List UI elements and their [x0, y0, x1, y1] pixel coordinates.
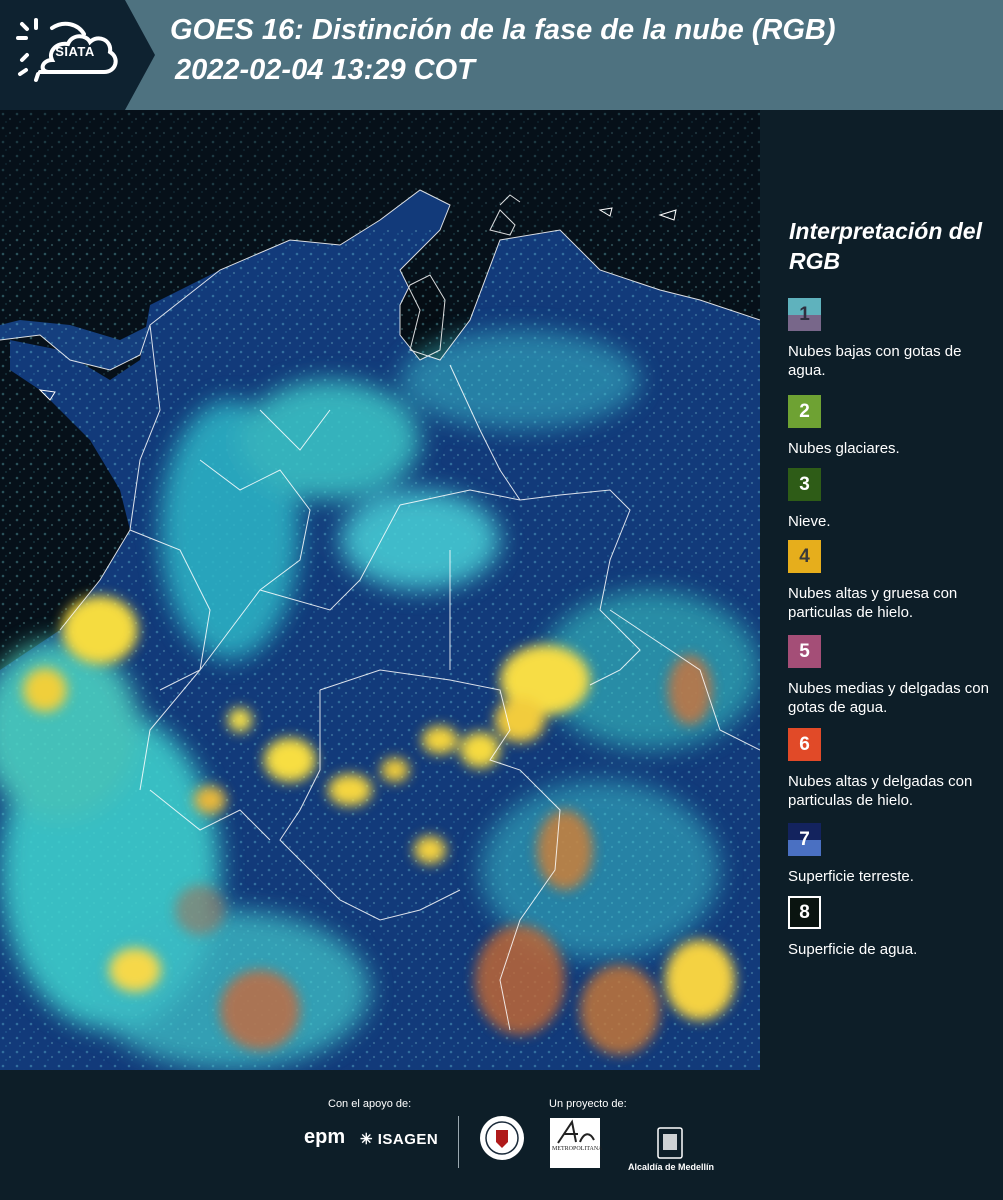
- isagen-star-icon: ✳: [360, 1131, 378, 1148]
- project-caption: Un proyecto de:: [549, 1098, 627, 1110]
- area-metropolitana-logo: [550, 1118, 600, 1168]
- area-script-icon: [557, 1119, 595, 1144]
- legend-label: Nieve.: [788, 513, 831, 530]
- legend-panel: Interpretación del RGB 1 Nubes bajas con…: [760, 110, 1003, 1070]
- legend-swatch-8: 8: [788, 896, 821, 929]
- alcaldia-medellin-text: Alcaldía de Medellín: [627, 1162, 715, 1172]
- area-metropolitana-text: METROPOLITANA: [552, 1146, 603, 1152]
- legend-swatch-7: 7: [788, 823, 821, 856]
- legend-number: 3: [799, 473, 810, 495]
- legend-label: Superficie terreste.: [788, 868, 914, 885]
- header-bar: SIATA GOES 16: Distinción de la fase de …: [0, 0, 1003, 110]
- legend-number: 1: [799, 303, 810, 325]
- page-title: GOES 16: Distinción de la fase de la nub…: [170, 14, 836, 46]
- legend-swatch-2: 2: [788, 395, 821, 428]
- legend-label: Nubes bajas con gotas de agua.: [788, 343, 962, 379]
- legend-swatch-4: 4: [788, 540, 821, 573]
- legend-swatch-6: 6: [788, 728, 821, 761]
- legend-label: Nubes glaciares.: [788, 440, 900, 457]
- footer-divider: [458, 1116, 459, 1168]
- isagen-logo: ✳ ISAGEN: [360, 1130, 438, 1148]
- epm-logo: epm: [304, 1126, 346, 1148]
- legend-number: 6: [799, 733, 810, 755]
- satellite-map: [0, 110, 760, 1070]
- legend-label: Superficie de agua.: [788, 941, 918, 958]
- legend-number: 5: [799, 640, 810, 662]
- legend-swatch-1: 1: [788, 298, 821, 331]
- support-caption: Con el apoyo de:: [328, 1098, 412, 1110]
- antioquia-seal-icon: [480, 1116, 524, 1160]
- legend-swatch-3: 3: [788, 468, 821, 501]
- siata-logo-text: SIATA: [55, 44, 95, 59]
- legend-number: 4: [799, 545, 810, 567]
- siata-logo: SIATA: [0, 0, 155, 110]
- legend-label: Nubes altas y gruesa con particulas de h…: [788, 585, 958, 621]
- footer: Con el apoyo de: Un proyecto de: epm ✳ I…: [0, 1070, 1003, 1200]
- legend-title: Interpretación del RGB: [789, 218, 982, 274]
- legend-label: Nubes altas y delgadas con particulas de…: [788, 773, 973, 809]
- legend-number: 7: [799, 828, 810, 850]
- legend-number: 2: [799, 400, 810, 422]
- isagen-logo-text: ISAGEN: [377, 1131, 439, 1148]
- timestamp-title: 2022-02-04 13:29 COT: [175, 54, 475, 86]
- legend-label: Nubes medias y delgadas con gotas de agu…: [788, 680, 989, 716]
- satellite-image: [0, 110, 760, 1070]
- legend-swatch-5: 5: [788, 635, 821, 668]
- legend-number: 8: [799, 901, 810, 923]
